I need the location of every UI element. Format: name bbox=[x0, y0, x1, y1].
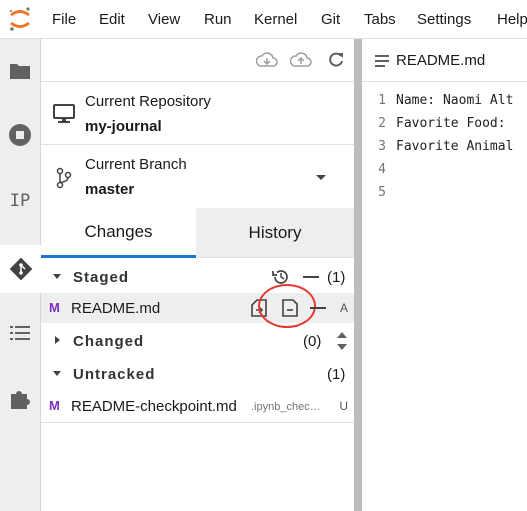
menu-help[interactable]: Help bbox=[497, 11, 527, 28]
unstage-file-icon[interactable] bbox=[310, 307, 326, 309]
current-branch[interactable]: Current Branch master bbox=[41, 144, 354, 208]
scroll-up-arrow[interactable] bbox=[337, 332, 347, 338]
jupyter-logo-icon[interactable] bbox=[8, 6, 32, 32]
line-number: 4 bbox=[378, 162, 386, 177]
caret-down-icon bbox=[53, 371, 61, 376]
editor-tab[interactable]: README.md bbox=[362, 39, 527, 82]
line-number: 3 bbox=[378, 139, 386, 154]
staged-file-name: README.md bbox=[71, 300, 161, 317]
menu-git[interactable]: Git bbox=[321, 11, 340, 28]
untracked-file-name: README-checkpoint.md bbox=[71, 398, 237, 415]
staged-file-status: A bbox=[339, 301, 348, 315]
editor-area: README.md 1 Name: Naomi Alt 2 Favorite F… bbox=[362, 39, 527, 511]
markdown-file-icon: M bbox=[49, 300, 60, 315]
running-sessions-icon[interactable] bbox=[0, 115, 40, 155]
menu-bar: File Edit View Run Kernel Git Tabs Setti… bbox=[0, 0, 527, 39]
scroll-down-arrow[interactable] bbox=[337, 344, 347, 350]
editor-tab-title: README.md bbox=[396, 52, 486, 69]
caret-right-icon bbox=[55, 336, 60, 344]
branch-label: Current Branch bbox=[85, 156, 187, 173]
tab-history[interactable]: History bbox=[196, 208, 354, 258]
changed-header[interactable]: Changed (0) bbox=[41, 326, 354, 356]
git-panel: Current Repository my-journal Current Br… bbox=[41, 39, 354, 511]
tab-changes[interactable]: Changes bbox=[41, 208, 196, 258]
push-icon[interactable] bbox=[289, 51, 312, 71]
highlight-circle bbox=[258, 284, 316, 328]
pull-icon[interactable] bbox=[255, 51, 278, 71]
changed-count: (0) bbox=[303, 333, 322, 350]
menu-kernel[interactable]: Kernel bbox=[254, 11, 297, 28]
markdown-file-icon: M bbox=[49, 398, 60, 413]
table-of-contents-icon[interactable] bbox=[0, 313, 40, 353]
line-number: 5 bbox=[378, 185, 386, 200]
left-activity-bar: IP bbox=[0, 39, 41, 511]
refresh-icon[interactable] bbox=[327, 51, 345, 71]
branch-icon bbox=[56, 167, 72, 194]
menu-view[interactable]: View bbox=[148, 11, 180, 28]
branch-name: master bbox=[85, 181, 135, 198]
code-line: Name: Naomi Alt bbox=[396, 93, 514, 108]
line-number: 2 bbox=[378, 116, 386, 131]
code-area[interactable]: 1 Name: Naomi Alt 2 Favorite Food: 3 Fav… bbox=[362, 81, 527, 511]
code-line: Favorite Animal bbox=[396, 139, 514, 154]
untracked-file-status: U bbox=[339, 399, 348, 413]
untracked-count: (1) bbox=[327, 366, 346, 383]
untracked-header[interactable]: Untracked (1) bbox=[41, 359, 354, 389]
untracked-file-row[interactable]: M README-checkpoint.md .ipynb_chec… U bbox=[41, 391, 354, 421]
line-number: 1 bbox=[378, 93, 386, 108]
repository-label: Current Repository bbox=[85, 93, 211, 110]
git-icon[interactable] bbox=[0, 245, 41, 293]
code-line: Favorite Food: bbox=[396, 116, 506, 131]
folder-icon[interactable] bbox=[0, 51, 40, 91]
menu-tabs[interactable]: Tabs bbox=[364, 11, 396, 28]
menu-file[interactable]: File bbox=[52, 11, 76, 28]
staged-file-row[interactable]: M README.md A bbox=[41, 284, 354, 328]
property-inspector-icon[interactable]: IP bbox=[0, 181, 40, 221]
staged-header[interactable]: Staged (1) bbox=[41, 262, 354, 292]
untracked-title: Untracked bbox=[73, 366, 156, 383]
menu-settings[interactable]: Settings bbox=[417, 11, 471, 28]
unstage-all-icon[interactable] bbox=[303, 276, 319, 278]
changed-title: Changed bbox=[73, 333, 145, 350]
repository-name: my-journal bbox=[85, 118, 162, 135]
chevron-down-icon[interactable] bbox=[316, 175, 326, 180]
menu-edit[interactable]: Edit bbox=[99, 11, 125, 28]
divider bbox=[41, 422, 354, 423]
panel-splitter[interactable] bbox=[354, 39, 362, 511]
staged-count: (1) bbox=[327, 269, 346, 286]
untracked-file-path: .ipynb_chec… bbox=[251, 401, 321, 413]
staged-title: Staged bbox=[73, 269, 130, 286]
caret-down-icon bbox=[53, 274, 61, 279]
file-text-icon bbox=[375, 54, 389, 72]
menu-run[interactable]: Run bbox=[204, 11, 232, 28]
extension-manager-icon[interactable] bbox=[0, 379, 40, 419]
current-repository[interactable]: Current Repository my-journal bbox=[41, 81, 354, 144]
monitor-icon bbox=[53, 104, 75, 129]
